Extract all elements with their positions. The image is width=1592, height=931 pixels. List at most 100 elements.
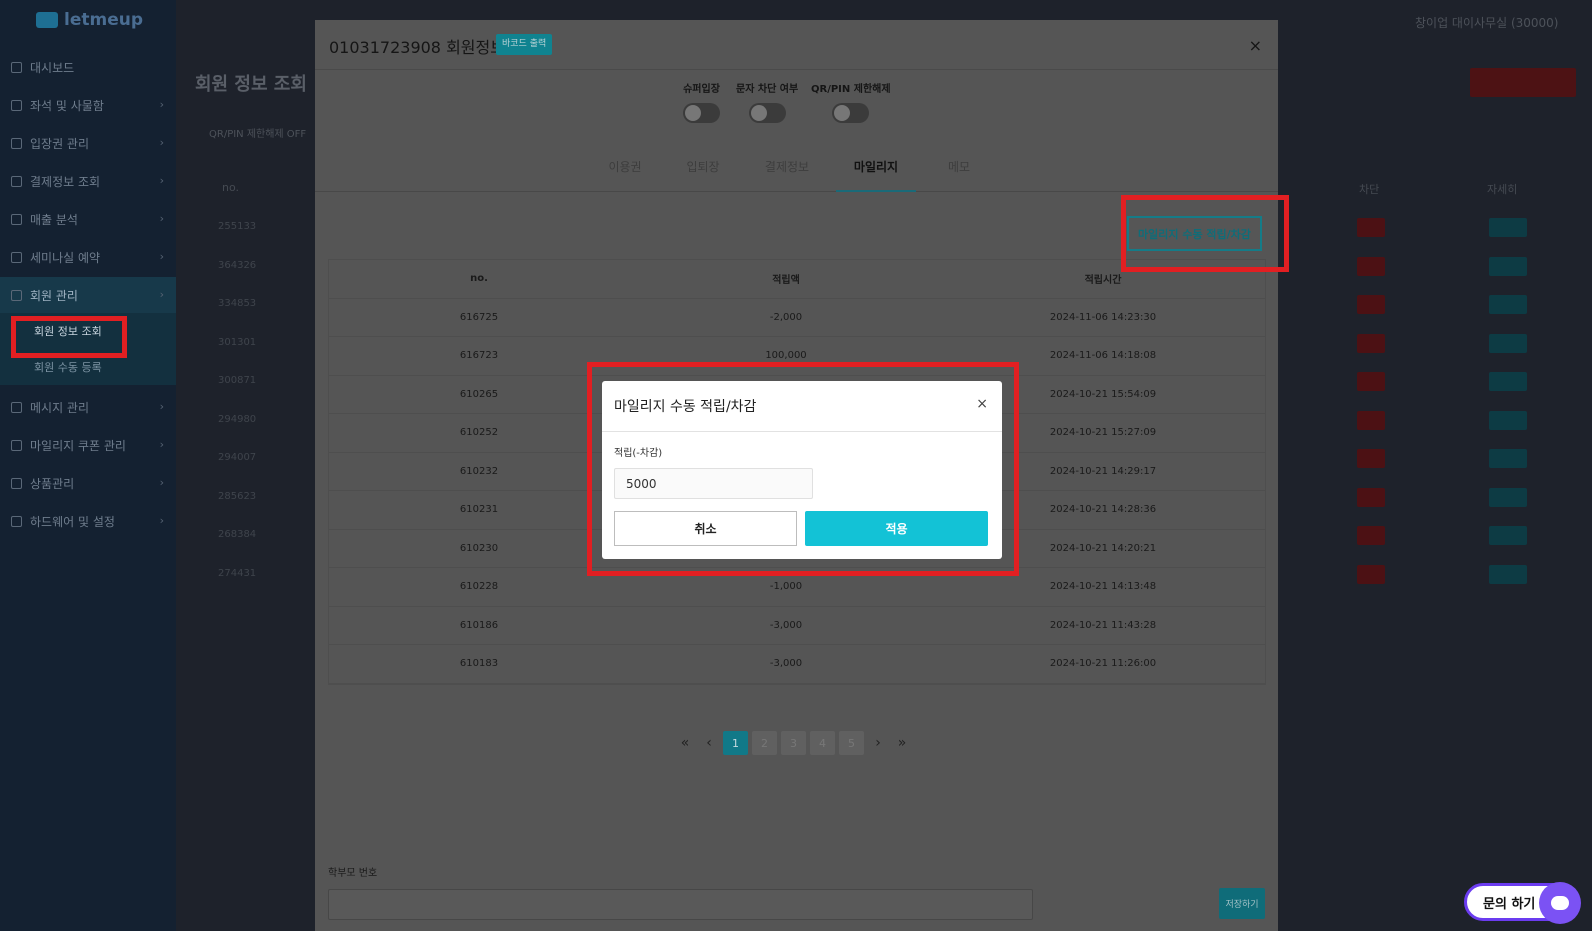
bg-column-block: 차단 [1359, 183, 1380, 196]
bg-row-id: 300871 [218, 375, 257, 386]
chart-icon [11, 213, 22, 225]
table-row: 610186 -3,000 2024-10-21 11:43:28 [329, 607, 1265, 645]
first-page-icon[interactable]: « [675, 735, 695, 751]
bg-block-badge[interactable] [1357, 218, 1385, 237]
sidebar-item-members[interactable]: 회원 관리 › [0, 277, 176, 313]
mileage-amount-input[interactable] [614, 468, 813, 499]
sidebar-item-hardware[interactable]: 하드웨어 및 설정 › [0, 503, 176, 539]
sidebar-item-coupons[interactable]: 마일리지 쿠폰 관리 › [0, 427, 176, 463]
cell-no: 616723 [459, 350, 499, 362]
column-header-no: no. [470, 273, 488, 285]
page-button-2[interactable]: 2 [752, 731, 777, 755]
background-action-button[interactable] [1470, 68, 1576, 97]
bg-detail-button[interactable] [1489, 449, 1527, 468]
store-selector[interactable]: 창이업 대이사무실 (30000) [1415, 14, 1559, 31]
toggle-switch[interactable] [832, 103, 870, 123]
sidebar-item-sales[interactable]: 매출 분석 › [0, 201, 176, 237]
bg-block-badge[interactable] [1357, 526, 1385, 545]
toggle-qr-pin: QR/PIN 제한해제 [811, 80, 891, 123]
cell-time: 2024-10-21 11:26:00 [1049, 658, 1157, 670]
tab-entry-exit[interactable]: 입퇴장 [673, 152, 733, 192]
logo[interactable]: letmeup [36, 10, 143, 30]
payment-icon [11, 175, 22, 187]
bg-row-id: 334853 [218, 298, 257, 309]
sidebar-item-messages[interactable]: 메시지 관리 › [0, 389, 176, 425]
bg-row-id: 274431 [218, 567, 257, 579]
mileage-manual-adjust-button[interactable]: 마일리지 수동 적립/차감 [1127, 216, 1262, 251]
toggle-switch[interactable] [748, 103, 786, 123]
bg-block-badge[interactable] [1357, 295, 1385, 314]
sidebar-subitem-manual-register[interactable]: 회원 수동 등록 [0, 349, 176, 385]
cell-time: 2024-10-21 14:13:48 [1049, 581, 1157, 593]
parent-phone-input[interactable] [328, 889, 1033, 920]
chevron-right-icon: › [159, 400, 164, 413]
cell-amount: 100,000 [765, 350, 807, 362]
bg-detail-button[interactable] [1489, 526, 1527, 545]
cell-time: 2024-11-06 14:23:30 [1049, 311, 1157, 323]
bg-block-badge[interactable] [1357, 256, 1385, 276]
modal-header: 01031723908 회원정보 바코드 출력 × [315, 20, 1278, 70]
table-row: 610228 -1,000 2024-10-21 14:13:48 [329, 568, 1265, 607]
coupon-icon [11, 439, 22, 451]
toggle-label: QR/PIN 제한해제 [811, 84, 891, 95]
tab-payments[interactable]: 결제정보 [747, 152, 827, 192]
next-page-icon[interactable]: › [868, 735, 888, 751]
sidebar-item-products[interactable]: 상품관리 › [0, 465, 176, 501]
bg-row-id: 294007 [218, 452, 257, 463]
cell-amount: -1,000 [769, 581, 803, 593]
users-icon [11, 289, 22, 301]
cell-amount: -2,000 [769, 311, 803, 323]
sidebar-item-dashboard[interactable]: 대시보드 [0, 49, 176, 85]
bg-detail-button[interactable] [1489, 564, 1527, 584]
sidebar-item-label: 대시보드 [30, 60, 75, 75]
sidebar-subitem-member-info[interactable]: 회원 정보 조회 [0, 313, 176, 349]
page-button-3[interactable]: 3 [781, 731, 806, 755]
bg-detail-button[interactable] [1489, 333, 1527, 353]
bg-detail-button[interactable] [1489, 218, 1527, 237]
bg-block-badge[interactable] [1357, 449, 1385, 468]
sidebar-item-seminar[interactable]: 세미나실 예약 › [0, 239, 176, 275]
cell-no: 610230 [459, 542, 499, 554]
save-button[interactable]: 저장하기 [1219, 888, 1265, 919]
chevron-right-icon: › [159, 438, 164, 451]
product-icon [11, 477, 22, 489]
bg-block-badge[interactable] [1357, 564, 1385, 584]
bg-block-badge[interactable] [1357, 372, 1385, 391]
page-button-5[interactable]: 5 [839, 731, 864, 755]
apply-button[interactable]: 적용 [805, 511, 988, 546]
close-icon[interactable]: × [1249, 36, 1262, 55]
bg-detail-button[interactable] [1489, 372, 1527, 391]
cancel-button[interactable]: 취소 [614, 511, 797, 546]
settings-icon [11, 515, 22, 527]
tab-memo[interactable]: 메모 [929, 152, 989, 192]
tab-mileage[interactable]: 마일리지 [836, 152, 916, 192]
bg-block-badge[interactable] [1357, 333, 1385, 353]
page-button-4[interactable]: 4 [810, 731, 835, 755]
tab-tickets[interactable]: 이용권 [595, 152, 655, 192]
page-button-1[interactable]: 1 [723, 731, 748, 755]
toggle-switch[interactable] [683, 103, 720, 123]
bg-detail-button[interactable] [1489, 295, 1527, 314]
sidebar-item-label: 세미나실 예약 [30, 250, 101, 265]
inquiry-button[interactable]: 문의 하기 [1464, 882, 1581, 924]
prev-page-icon[interactable]: ‹ [699, 735, 719, 751]
bg-detail-button[interactable] [1489, 487, 1527, 507]
sidebar-item-seats[interactable]: 좌석 및 사물함 › [0, 87, 176, 123]
bg-detail-button[interactable] [1489, 410, 1527, 430]
sidebar-item-tickets[interactable]: 입장권 관리 › [0, 125, 176, 161]
bg-block-badge[interactable] [1357, 410, 1385, 430]
last-page-icon[interactable]: » [892, 735, 912, 751]
mileage-adjust-dialog: 마일리지 수동 적립/차감 × 적립(-차감) 취소 적용 [602, 381, 1002, 559]
sidebar-item-label: 입장권 관리 [30, 136, 90, 151]
cell-time: 2024-11-06 14:18:08 [1049, 350, 1157, 362]
bg-block-badge[interactable] [1357, 487, 1385, 507]
sidebar-item-payments[interactable]: 결제정보 조회 › [0, 163, 176, 199]
barcode-print-button[interactable]: 바코드 출력 [496, 34, 553, 55]
bg-row-id: 268384 [218, 529, 257, 540]
cell-amount: -3,000 [769, 619, 803, 631]
chevron-right-icon: › [159, 98, 164, 111]
bg-detail-button[interactable] [1489, 256, 1527, 276]
cell-no: 610186 [459, 619, 499, 631]
mileage-amount-label: 적립(-차감) [614, 448, 663, 459]
close-icon[interactable]: × [976, 396, 988, 412]
